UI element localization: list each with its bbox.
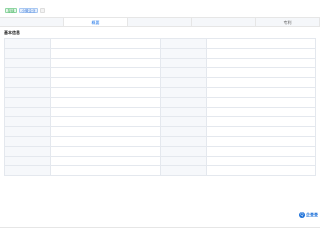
row-label <box>4 57 51 69</box>
row-label <box>159 47 207 59</box>
section-title: 基本信息 <box>4 30 20 35</box>
scale-badge: 小微企业 <box>19 7 38 13</box>
row-value <box>50 96 161 108</box>
business-description <box>4 182 316 216</box>
table-row <box>4 38 316 49</box>
table-row <box>4 145 316 157</box>
row-value <box>205 106 316 118</box>
row-label <box>4 145 51 157</box>
row-value <box>205 135 316 147</box>
row-label <box>4 86 51 98</box>
basic-info-table <box>4 38 316 177</box>
row-label <box>4 38 51 49</box>
watermark-text: 企查查 <box>306 212 318 217</box>
tab-2[interactable] <box>128 18 192 26</box>
table-row <box>4 135 316 147</box>
row-value <box>205 116 316 128</box>
company-header: 存续 小微企业 <box>0 0 320 14</box>
row-value <box>205 86 316 98</box>
row-label <box>4 77 51 88</box>
row-label <box>4 165 51 177</box>
row-label <box>159 135 207 147</box>
row-value <box>205 57 316 69</box>
status-tags: 存续 小微企业 <box>5 7 45 13</box>
tab-overview[interactable]: 概要 <box>64 18 128 26</box>
table-row <box>4 155 316 167</box>
row-value <box>205 47 316 59</box>
row-label <box>4 155 51 167</box>
row-value <box>205 155 316 167</box>
row-label <box>159 96 207 108</box>
row-label <box>159 116 207 128</box>
table-row <box>4 96 316 108</box>
row-value <box>50 165 161 177</box>
bottom-section <box>0 227 320 240</box>
table-row <box>4 126 316 137</box>
row-label <box>159 106 207 118</box>
tab-bar: 概要 专利 <box>0 17 320 27</box>
tag-badge <box>40 7 45 13</box>
row-value <box>50 57 161 69</box>
tab-patents[interactable]: 专利 <box>256 18 320 26</box>
row-value <box>50 135 161 147</box>
row-value <box>205 96 316 108</box>
table-row <box>4 77 316 88</box>
row-value <box>50 86 161 98</box>
table-row <box>4 106 316 118</box>
row-value <box>205 165 316 177</box>
row-label <box>159 165 207 177</box>
row-label <box>159 77 207 88</box>
row-value <box>205 67 316 79</box>
table-row <box>4 86 316 98</box>
row-value <box>50 106 161 118</box>
row-label <box>159 67 207 79</box>
row-value <box>50 77 161 88</box>
row-value <box>50 155 161 167</box>
row-value <box>50 67 161 79</box>
row-label <box>4 106 51 118</box>
table-row <box>4 47 316 59</box>
row-value <box>50 126 161 137</box>
qcc-logo-icon: Q <box>299 212 305 218</box>
row-value <box>50 145 161 157</box>
row-label <box>4 96 51 108</box>
table-row <box>4 116 316 128</box>
row-value <box>205 126 316 137</box>
row-value <box>50 47 161 59</box>
row-value <box>50 38 161 49</box>
row-value <box>205 77 316 88</box>
tab-0[interactable] <box>0 18 64 26</box>
row-value <box>50 116 161 128</box>
row-label <box>159 38 207 49</box>
row-value <box>205 38 316 49</box>
status-badge: 存续 <box>5 7 17 13</box>
row-label <box>159 86 207 98</box>
row-label <box>4 126 51 137</box>
row-label <box>159 145 207 157</box>
tab-3[interactable] <box>192 18 256 26</box>
watermark: Q 企查查 <box>299 211 318 219</box>
table-row <box>4 165 316 177</box>
row-label <box>4 135 51 147</box>
row-label <box>4 116 51 128</box>
row-label <box>159 155 207 167</box>
row-label <box>159 126 207 137</box>
row-label <box>4 67 51 79</box>
row-label <box>4 47 51 59</box>
table-row <box>4 57 316 69</box>
row-label <box>159 57 207 69</box>
table-row <box>4 67 316 79</box>
row-value <box>205 145 316 157</box>
